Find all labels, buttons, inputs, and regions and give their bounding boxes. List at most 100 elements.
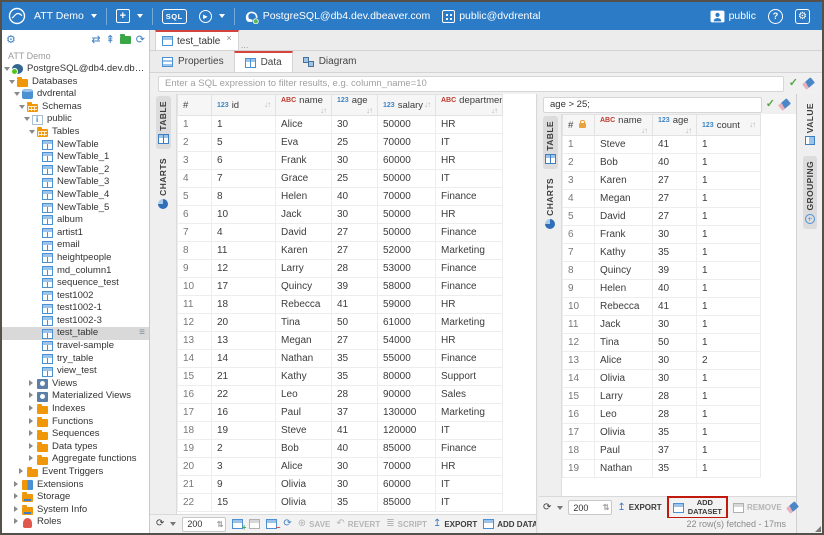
data-cell[interactable]: IT <box>436 476 503 494</box>
data-cell[interactable]: 40 <box>332 188 378 206</box>
table-row[interactable]: 2215Olivia3585000IT <box>178 494 503 512</box>
tree-item-album[interactable]: album <box>2 214 149 227</box>
value-panel-tab[interactable]: VALUE <box>803 98 817 150</box>
data-cell[interactable]: IT <box>436 134 503 152</box>
data-cell[interactable]: Quincy <box>595 262 653 280</box>
data-cell[interactable]: 1 <box>697 190 761 208</box>
tab-properties[interactable]: Properties <box>152 51 234 72</box>
tree-item-artist1[interactable]: artist1 <box>2 227 149 240</box>
row-number-cell[interactable]: 21 <box>178 476 212 494</box>
data-cell[interactable]: 25 <box>332 134 378 152</box>
tree-item-system-info[interactable]: System Info <box>2 504 149 517</box>
tree-item-newtable-3[interactable]: NewTable_3 <box>2 176 149 189</box>
sort-icon[interactable]: ↓↑ <box>685 126 691 135</box>
table-row[interactable]: 811Karen2752000Marketing <box>178 242 503 260</box>
data-cell[interactable]: 1 <box>697 226 761 244</box>
data-cell[interactable]: Steve <box>595 136 653 154</box>
auto-refresh-button[interactable]: ⟳ <box>283 519 291 529</box>
grouping-add-dataset-button[interactable]: ADDDATASET <box>667 496 728 519</box>
tree-chevron-icon[interactable] <box>29 441 37 454</box>
clear-filter-eraser-icon[interactable] <box>802 77 815 89</box>
tab-overflow-icon[interactable]: … <box>239 41 251 50</box>
data-cell[interactable]: Olivia <box>595 424 653 442</box>
data-cell[interactable]: 1 <box>697 262 761 280</box>
tree-chevron-icon[interactable] <box>29 403 37 416</box>
tree-item-newtable-4[interactable]: NewTable_4 <box>2 189 149 202</box>
data-cell[interactable]: 1 <box>697 334 761 352</box>
tree-item-view-test[interactable]: view_test <box>2 365 149 378</box>
table-row[interactable]: 912Larry2853000Finance <box>178 260 503 278</box>
tree-chevron-icon[interactable] <box>29 378 37 391</box>
fetch-size-spinner[interactable]: ⇅ <box>182 517 226 532</box>
sort-icon[interactable]: ↓↑ <box>366 106 372 115</box>
tree-item-public[interactable]: public <box>2 113 149 126</box>
grouping-refresh-button[interactable]: ⟳ <box>543 503 563 513</box>
column-header-name[interactable]: ABCname↓↑ <box>595 115 653 136</box>
data-cell[interactable]: 1 <box>697 298 761 316</box>
grouping-export-button[interactable]: ↥EXPORT <box>617 503 661 513</box>
data-cell[interactable]: Paul <box>276 404 332 422</box>
data-cell[interactable]: 61000 <box>378 314 436 332</box>
data-cell[interactable]: 30 <box>653 226 697 244</box>
table-row[interactable]: 58Helen4070000Finance <box>178 188 503 206</box>
user-menu[interactable]: public <box>704 2 762 30</box>
sql-editor-button[interactable]: SQL <box>156 2 193 30</box>
row-number-cell[interactable]: 19 <box>563 460 595 478</box>
row-number-cell[interactable]: 13 <box>178 332 212 350</box>
data-cell[interactable]: 35 <box>653 460 697 478</box>
table-row[interactable]: 1220Tina5061000Marketing <box>178 314 503 332</box>
data-cell[interactable]: Olivia <box>276 476 332 494</box>
table-row[interactable]: 1118Rebecca4159000HR <box>178 296 503 314</box>
row-number-cell[interactable]: 10 <box>563 298 595 316</box>
table-row[interactable]: 16Leo281 <box>563 406 761 424</box>
data-cell[interactable]: Marketing <box>436 242 503 260</box>
tree-chevron-icon[interactable] <box>29 126 37 139</box>
tree-item-event-triggers[interactable]: Event Triggers <box>2 466 149 479</box>
tree-item-heightpeople[interactable]: heightpeople <box>2 252 149 265</box>
row-number-cell[interactable]: 14 <box>178 350 212 368</box>
data-cell[interactable]: IT <box>436 494 503 512</box>
table-row[interactable]: 15Larry281 <box>563 388 761 406</box>
sort-icon[interactable]: ↓↑ <box>320 106 326 115</box>
table-row[interactable]: 10Rebecca411 <box>563 298 761 316</box>
data-cell[interactable]: 13 <box>212 332 276 350</box>
data-cell[interactable]: Finance <box>436 440 503 458</box>
data-cell[interactable]: 41 <box>653 136 697 154</box>
data-cell[interactable]: 40 <box>653 154 697 172</box>
tree-item-sequences[interactable]: Sequences <box>2 428 149 441</box>
column-header-age[interactable]: 123age↓↑ <box>332 95 378 116</box>
data-cell[interactable]: 6 <box>212 152 276 170</box>
tree-chevron-icon[interactable] <box>14 88 22 101</box>
data-cell[interactable]: 5 <box>212 134 276 152</box>
data-cell[interactable]: 60000 <box>378 152 436 170</box>
export-button[interactable]: ↥EXPORT <box>433 519 477 529</box>
data-cell[interactable]: 1 <box>697 406 761 424</box>
editor-tab-test-table[interactable]: test_table × <box>155 30 239 50</box>
row-number-cell[interactable]: 22 <box>178 494 212 512</box>
table-row[interactable]: 12Tina501 <box>563 334 761 352</box>
navigator-settings-gear-icon[interactable]: ⚙ <box>6 35 16 46</box>
data-cell[interactable]: 7 <box>212 170 276 188</box>
data-cell[interactable]: IT <box>436 422 503 440</box>
tree-chevron-icon[interactable] <box>29 428 37 441</box>
data-cell[interactable]: 30 <box>653 316 697 334</box>
table-row[interactable]: 74David2750000Finance <box>178 224 503 242</box>
column-header-salary[interactable]: 123salary↓↑ <box>378 95 436 116</box>
row-number-cell[interactable]: 8 <box>178 242 212 260</box>
data-cell[interactable]: 130000 <box>378 404 436 422</box>
data-cell[interactable]: 50 <box>332 314 378 332</box>
row-number-cell[interactable]: 2 <box>563 154 595 172</box>
data-cell[interactable]: Bob <box>276 440 332 458</box>
data-cell[interactable]: Alice <box>595 352 653 370</box>
row-number-cell[interactable]: 15 <box>178 368 212 386</box>
data-cell[interactable]: 35 <box>332 494 378 512</box>
database-selector[interactable]: public@dvdrental <box>436 2 546 30</box>
tree-chevron-icon[interactable] <box>19 101 27 114</box>
data-cell[interactable]: Leo <box>276 386 332 404</box>
data-cell[interactable]: 41 <box>332 422 378 440</box>
tree-item-extensions[interactable]: Extensions <box>2 479 149 492</box>
data-cell[interactable]: 35 <box>653 424 697 442</box>
row-number-cell[interactable]: 8 <box>563 262 595 280</box>
fetch-size-input[interactable] <box>183 519 211 529</box>
row-number-cell[interactable]: 12 <box>178 314 212 332</box>
